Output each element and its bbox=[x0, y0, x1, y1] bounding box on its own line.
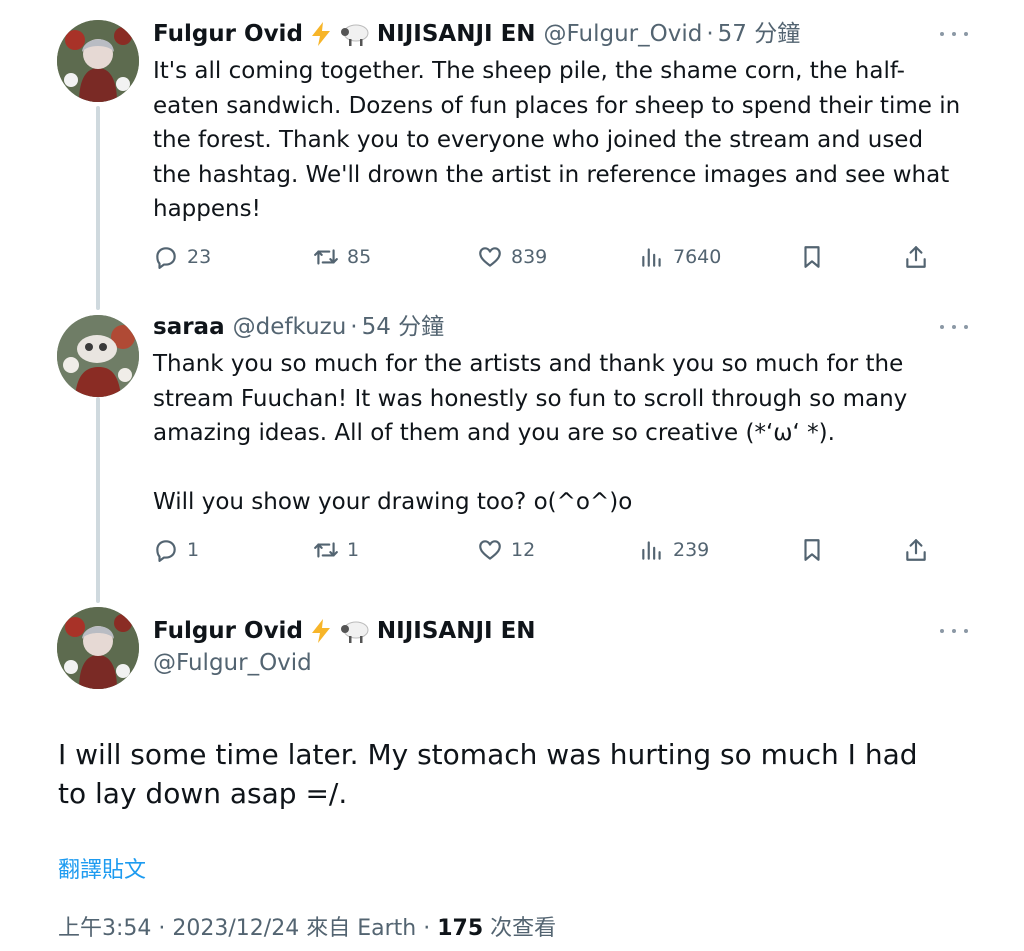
analytics-icon bbox=[642, 248, 661, 267]
sheep-icon bbox=[339, 21, 371, 47]
tweet-text: Thank you so much for the artists and th… bbox=[153, 351, 908, 515]
handle[interactable]: @defkuzu bbox=[233, 313, 347, 341]
bookmark-button[interactable] bbox=[799, 242, 825, 272]
org-label: NIJISANJI EN bbox=[376, 618, 536, 644]
post-time[interactable]: 上午3:54 bbox=[58, 916, 151, 941]
like-button[interactable]: 12 bbox=[477, 535, 535, 565]
share-icon bbox=[906, 246, 926, 268]
like-count: 839 bbox=[511, 246, 548, 268]
reply-icon bbox=[156, 247, 176, 269]
avatar-fulgur[interactable] bbox=[57, 20, 139, 102]
retweet-icon bbox=[314, 249, 338, 265]
more-icon[interactable] bbox=[940, 317, 968, 337]
post-date[interactable]: 2023/12/24 bbox=[172, 916, 299, 941]
retweet-icon bbox=[314, 542, 338, 558]
separator-dot: · bbox=[158, 916, 166, 941]
action-bar: 1 1 12 239 bbox=[153, 535, 968, 565]
share-icon bbox=[906, 539, 926, 561]
share-button[interactable] bbox=[903, 535, 929, 565]
display-name[interactable]: Fulgur Ovid bbox=[153, 20, 303, 48]
retweet-count: 1 bbox=[347, 539, 360, 561]
post-source: 來自 Earth bbox=[306, 916, 417, 941]
views-count: 7640 bbox=[673, 246, 722, 268]
tweet-header: Fulgur Ovid NIJISANJI EN @Fulgur_Ovid · … bbox=[153, 20, 968, 48]
main-name-row: Fulgur Ovid NIJISANJI EN bbox=[153, 617, 968, 645]
bookmark-button[interactable] bbox=[799, 535, 825, 565]
display-name[interactable]: Fulgur Ovid bbox=[153, 617, 303, 645]
tweet-text: It's all coming together. The sheep pile… bbox=[153, 58, 968, 222]
timestamp[interactable]: 54 分鐘 bbox=[362, 313, 445, 341]
analytics-icon bbox=[642, 541, 661, 560]
heart-icon bbox=[479, 247, 501, 267]
separator-dot: · bbox=[423, 916, 431, 941]
tweet-meta: 上午3:54 · 2023/12/24 來自 Earth · 175 次查看 bbox=[58, 910, 556, 942]
views-count: 239 bbox=[673, 539, 710, 561]
share-button[interactable] bbox=[903, 242, 929, 272]
avatar-fulgur-main[interactable] bbox=[57, 607, 139, 689]
main-tweet-header: Fulgur Ovid NIJISANJI EN @Fulgur_Ovid bbox=[153, 617, 968, 677]
reply-button[interactable]: 23 bbox=[153, 242, 211, 272]
tweet-header: saraa @defkuzu · 54 分鐘 bbox=[153, 313, 968, 341]
reply-count: 23 bbox=[187, 246, 212, 268]
tweet-2[interactable]: saraa @defkuzu · 54 分鐘 Thank you so much… bbox=[153, 313, 968, 562]
action-bar: 23 85 839 7640 bbox=[153, 242, 968, 272]
retweet-count: 85 bbox=[347, 246, 372, 268]
main-tweet-text: I will some time later. My stomach was h… bbox=[58, 738, 918, 810]
lightning-icon bbox=[309, 618, 333, 644]
org-label: NIJISANJI EN bbox=[376, 21, 536, 47]
thread-line-1 bbox=[96, 106, 100, 310]
lightning-icon bbox=[309, 21, 333, 47]
tweet-1[interactable]: Fulgur Ovid NIJISANJI EN @Fulgur_Ovid · … bbox=[153, 20, 968, 269]
translate-link[interactable]: 翻譯貼文 bbox=[58, 852, 146, 884]
heart-icon bbox=[479, 540, 501, 560]
reply-button[interactable]: 1 bbox=[153, 535, 199, 565]
like-button[interactable]: 839 bbox=[477, 242, 547, 272]
thread-line-2 bbox=[96, 397, 100, 603]
avatar-saraa[interactable] bbox=[57, 315, 139, 397]
bookmark-icon bbox=[804, 246, 820, 268]
view-count: 175 bbox=[437, 916, 484, 941]
handle[interactable]: @Fulgur_Ovid bbox=[544, 20, 703, 48]
more-icon[interactable] bbox=[940, 24, 968, 44]
views-button[interactable]: 7640 bbox=[639, 242, 721, 272]
sheep-icon bbox=[339, 618, 371, 644]
separator-dot: · bbox=[350, 314, 358, 340]
handle[interactable]: @Fulgur_Ovid bbox=[153, 649, 968, 677]
view-count-label: 次查看 bbox=[490, 916, 557, 941]
more-icon[interactable] bbox=[940, 621, 968, 641]
reply-count: 1 bbox=[187, 539, 200, 561]
views-button[interactable]: 239 bbox=[639, 535, 709, 565]
bookmark-icon bbox=[804, 539, 820, 561]
reply-icon bbox=[156, 540, 176, 562]
display-name[interactable]: saraa bbox=[153, 313, 225, 341]
timestamp[interactable]: 57 分鐘 bbox=[718, 20, 801, 48]
like-count: 12 bbox=[511, 539, 536, 561]
retweet-button[interactable]: 1 bbox=[313, 535, 359, 565]
retweet-button[interactable]: 85 bbox=[313, 242, 371, 272]
separator-dot: · bbox=[706, 21, 714, 47]
